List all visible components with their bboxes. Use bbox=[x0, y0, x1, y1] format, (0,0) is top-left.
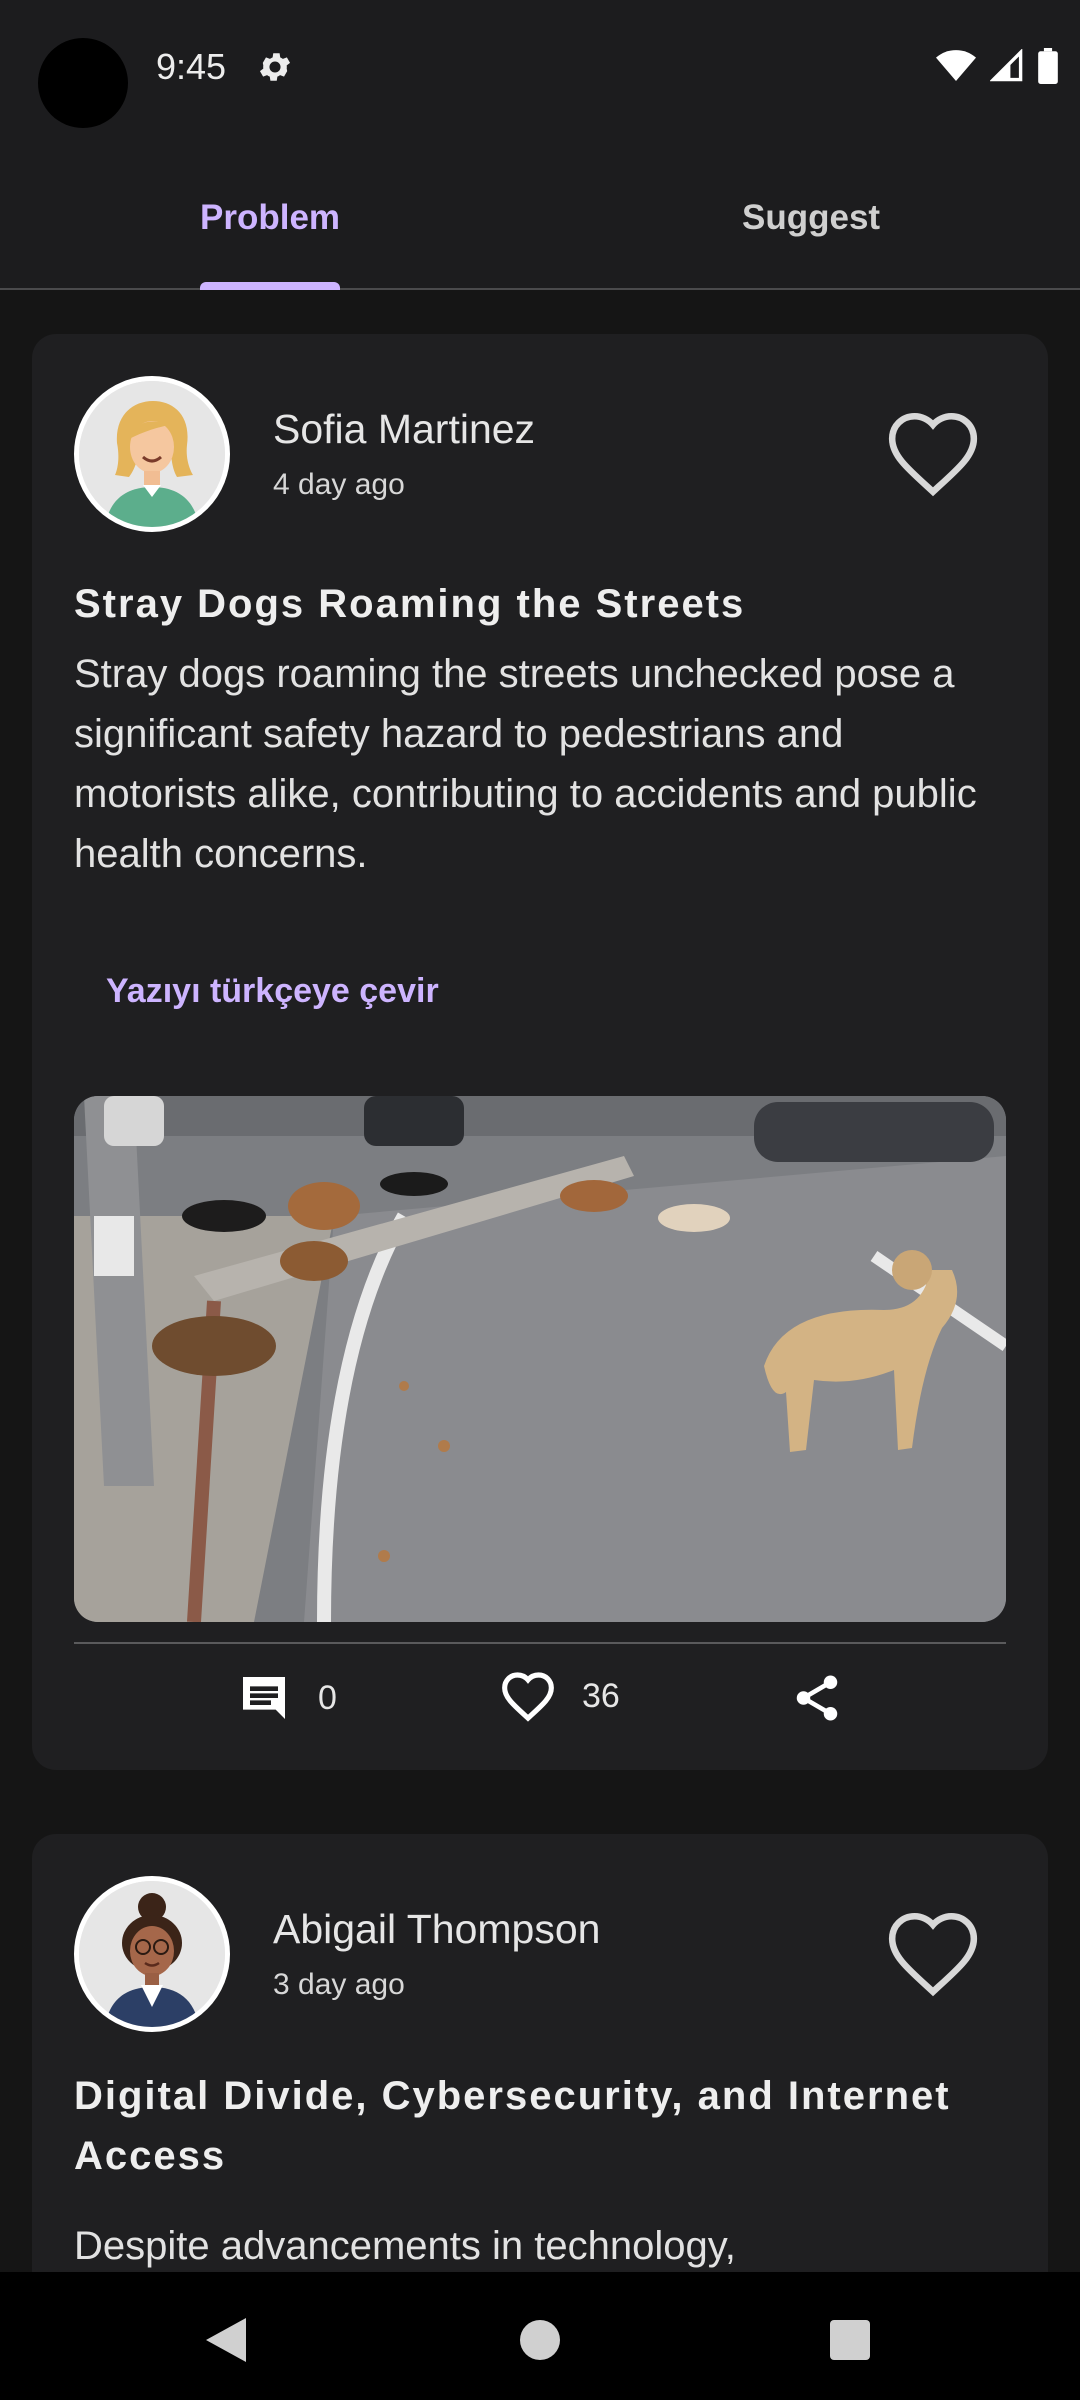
wifi-icon bbox=[936, 50, 976, 81]
post-title: Stray Dogs Roaming the Streets bbox=[74, 582, 746, 626]
heart-icon[interactable] bbox=[884, 1908, 982, 1998]
avatar[interactable] bbox=[74, 376, 230, 532]
tab-problem[interactable]: Problem bbox=[200, 198, 340, 238]
post-time: 4 day ago bbox=[273, 468, 405, 501]
recents-icon[interactable] bbox=[830, 2320, 870, 2360]
camera-cutout bbox=[38, 38, 128, 128]
post-time: 3 day ago bbox=[273, 1968, 405, 2001]
heart-icon[interactable] bbox=[884, 408, 982, 498]
share-icon bbox=[796, 1675, 838, 1721]
navigation-bar bbox=[0, 2272, 1080, 2400]
tab-indicator bbox=[200, 282, 340, 290]
translate-button[interactable]: Yazıyı türkçeye çevir bbox=[106, 972, 439, 1011]
woman-avatar-icon bbox=[79, 381, 225, 527]
system-icons bbox=[936, 48, 1058, 84]
status-time: 9:45 bbox=[156, 46, 227, 87]
like-button[interactable]: 36 bbox=[500, 1670, 620, 1722]
tab-bar: Problem Suggest bbox=[0, 140, 1080, 290]
post-feed[interactable]: Sofia Martinez 4 day ago Stray Dogs Roam… bbox=[0, 290, 1080, 2272]
card-divider bbox=[74, 1642, 1006, 1644]
battery-icon bbox=[1038, 48, 1058, 84]
author-name[interactable]: Sofia Martinez bbox=[273, 406, 535, 453]
share-button[interactable] bbox=[790, 1670, 844, 1726]
heart-icon bbox=[502, 1672, 554, 1722]
woman-avatar-icon bbox=[79, 1881, 225, 2027]
gear-icon bbox=[259, 53, 291, 81]
post-card[interactable]: Sofia Martinez 4 day ago Stray Dogs Roam… bbox=[32, 334, 1048, 1770]
post-body: Stray dogs roaming the streets unchecked… bbox=[74, 652, 977, 876]
avatar[interactable] bbox=[74, 1876, 230, 2032]
stray-dogs-photo bbox=[74, 1096, 1006, 1622]
status-bar: 9:45 bbox=[0, 0, 1080, 140]
comment-button[interactable]: 0 bbox=[236, 1670, 337, 1726]
tab-suggest[interactable]: Suggest bbox=[742, 198, 880, 238]
author-name[interactable]: Abigail Thompson bbox=[273, 1906, 600, 1953]
post-body: Despite advancements in technology, bbox=[74, 2224, 736, 2268]
home-icon[interactable] bbox=[520, 2320, 560, 2360]
post-image[interactable] bbox=[74, 1096, 1006, 1622]
comment-icon bbox=[243, 1677, 285, 1719]
like-count: 36 bbox=[582, 1676, 620, 1715]
post-card[interactable]: Abigail Thompson 3 day ago Digital Divid… bbox=[32, 1834, 1048, 2272]
post-title: Digital Divide, Cybersecurity, and Inter… bbox=[74, 2074, 951, 2178]
signal-icon bbox=[990, 49, 1023, 82]
back-icon[interactable] bbox=[206, 2318, 246, 2362]
comment-count: 0 bbox=[318, 1678, 337, 1717]
